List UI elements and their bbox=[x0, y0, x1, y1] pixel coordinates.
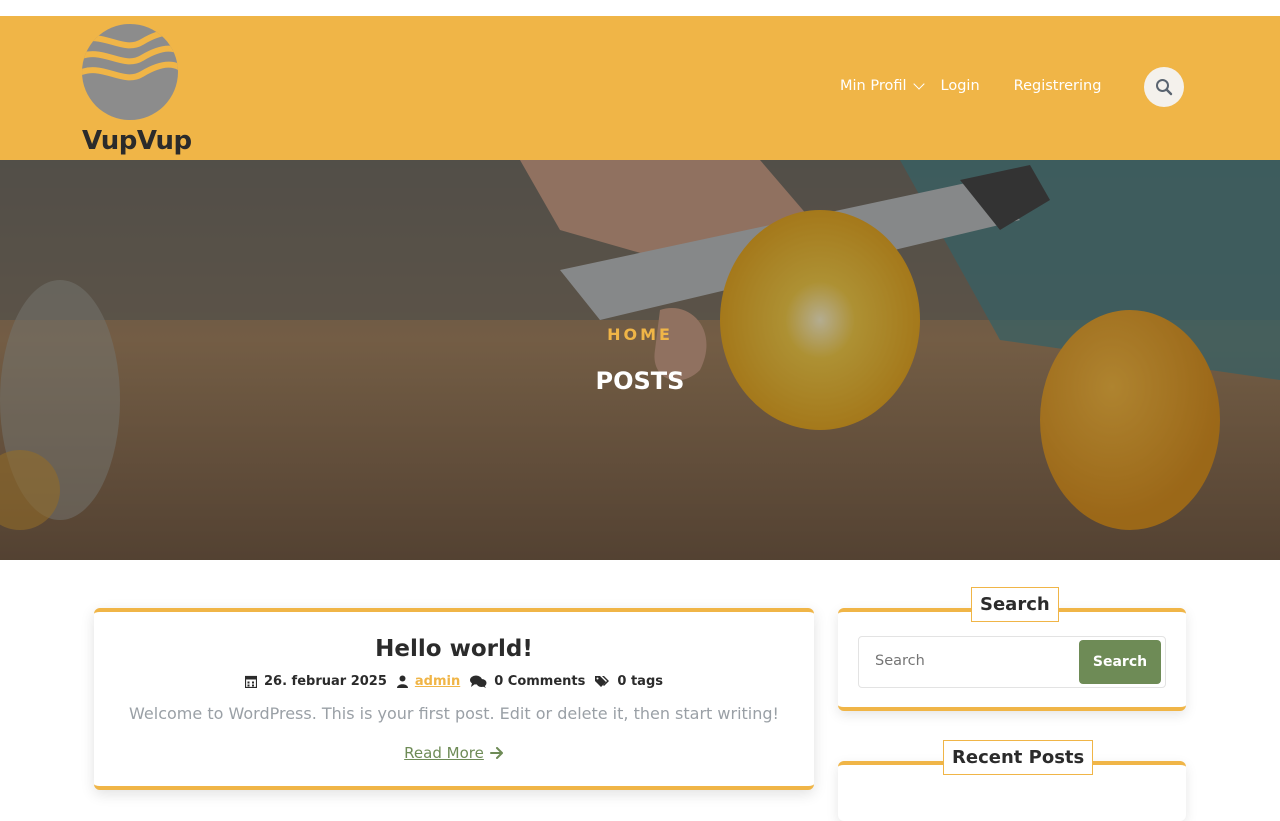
search-icon bbox=[1156, 79, 1173, 96]
search-widget-title: Search bbox=[971, 587, 1059, 622]
read-more-link[interactable]: Read More bbox=[94, 744, 814, 762]
nav-item-label: Min Profil bbox=[840, 78, 907, 94]
recent-posts-widget-title: Recent Posts bbox=[943, 740, 1094, 775]
header-search-button[interactable] bbox=[1144, 67, 1184, 107]
hero-overlay bbox=[0, 160, 1280, 560]
post-author: admin bbox=[396, 674, 460, 689]
breadcrumb-home[interactable]: HOME bbox=[0, 325, 1280, 344]
post-date: 26. februar 2025 bbox=[244, 674, 387, 689]
page-hero: HOME POSTS bbox=[0, 160, 1280, 560]
nav-item-login[interactable]: Login bbox=[941, 78, 980, 94]
main-nav: Min Profil Login Registrering bbox=[840, 78, 1101, 94]
post-date-text: 26. februar 2025 bbox=[263, 674, 387, 689]
nav-item-registrering[interactable]: Registrering bbox=[1014, 78, 1102, 94]
read-more-label: Read More bbox=[404, 744, 484, 762]
chevron-down-icon bbox=[912, 78, 925, 90]
post-card: Hello world! 26. februar 2025 admin 0 Co… bbox=[94, 608, 814, 790]
site-header: VupVup Min Profil Login Registrering bbox=[0, 16, 1280, 160]
post-excerpt: Welcome to WordPress. This is your first… bbox=[129, 704, 779, 723]
user-icon bbox=[396, 675, 408, 688]
post-tags-text: 0 tags bbox=[617, 674, 663, 689]
post-meta: 26. februar 2025 admin 0 Comments 0 tags bbox=[94, 674, 814, 689]
calendar-icon bbox=[244, 675, 257, 688]
post-comments-text[interactable]: 0 Comments bbox=[494, 674, 585, 689]
search-submit-button[interactable]: Search bbox=[1079, 640, 1161, 684]
post-comments: 0 Comments bbox=[470, 674, 585, 689]
comments-icon bbox=[470, 675, 487, 688]
post-author-link[interactable]: admin bbox=[415, 674, 460, 689]
site-logo[interactable]: VupVup bbox=[82, 24, 192, 156]
search-widget: Search bbox=[838, 608, 1186, 711]
arrow-right-icon bbox=[489, 747, 503, 759]
top-strip bbox=[0, 0, 1280, 16]
logo-wave-icon bbox=[82, 24, 178, 120]
site-title[interactable]: VupVup bbox=[82, 126, 192, 156]
post-tags: 0 tags bbox=[595, 674, 663, 689]
tags-icon bbox=[595, 676, 610, 687]
search-input[interactable] bbox=[875, 653, 1075, 669]
search-form: Search bbox=[858, 636, 1166, 688]
page-title: POSTS bbox=[595, 367, 685, 395]
nav-item-min-profil[interactable]: Min Profil bbox=[840, 78, 925, 94]
post-title[interactable]: Hello world! bbox=[94, 636, 814, 662]
